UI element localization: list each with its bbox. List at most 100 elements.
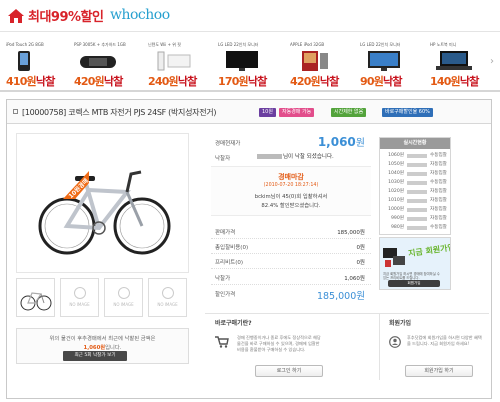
note-price-line: 1,060원입니다. [83, 345, 122, 351]
chevron-right-icon[interactable]: › [490, 56, 494, 67]
cart-icon [215, 336, 229, 348]
divider [211, 268, 371, 269]
note-text: 위의 물건이 후추경매에서 최근에 낙찰된 금액은 [49, 336, 156, 342]
signup-icon [389, 336, 401, 348]
info-row-label: 프리비트(0) [215, 260, 244, 266]
ipod-image [18, 51, 30, 71]
strip-price: 410원낙찰 [6, 75, 55, 88]
ipod-image [302, 51, 328, 71]
direct-buy-text: 경매 진행중이거나 종료 후에도 정상적으로 해당 물건을 바로 구매하실 수 … [237, 335, 321, 352]
divider [211, 238, 371, 239]
no-image-icon [161, 287, 174, 299]
signup-text: 후추닷컴에 회원가입을 하시면 다양한 혜택을 드립니다. 지금 회원가입 하세… [407, 335, 482, 346]
strip-item[interactable]: LG LED 22인치 모니터 170원낙찰 [218, 34, 276, 90]
product-title: [10000758] 코렉스 MTB 자전거 PJS 24SF (박지성자전거) [22, 108, 217, 117]
strip-item-name: 닌텐도 Wii + 위 핏 [148, 42, 181, 47]
strip-item[interactable]: 닌텐도 Wii + 위 핏 240원낙찰 [148, 34, 206, 90]
info-row-label: 낙찰가 [215, 276, 231, 282]
section-divider [379, 314, 380, 380]
svg-text:10원경매: 10원경매 [67, 176, 91, 200]
ribbon-badge: 10원경매 [63, 171, 91, 200]
laptop-image [436, 51, 472, 70]
site-logo[interactable]: whochoo [110, 7, 170, 23]
no-image-thumbnail: NO IMAGE [104, 278, 143, 317]
strip-price: 420원낙찰 [74, 75, 123, 88]
wii-image [157, 51, 191, 71]
no-image-icon [117, 287, 130, 299]
no-image-label: NO IMAGE [113, 302, 134, 307]
strip-item[interactable]: iPod Touch 2G 8GB 410원낙찰 [6, 34, 64, 90]
no-image-thumbnail: NO IMAGE [148, 278, 187, 317]
strip-item[interactable]: APPLE iPod 32GB 420원낙찰 [290, 34, 348, 90]
realtime-status: 실시간현황 1060원 수동입찰 1050원 자동입찰 1040원 자동입찰 1030… [379, 137, 451, 235]
strip-item-name: PSP 3005K + 추가하드 1GB [74, 42, 126, 47]
signup-title: 회원가입 [389, 320, 412, 327]
badge-auto-bid: 자동경매 가능 [279, 108, 315, 117]
psp-image [80, 56, 116, 68]
realtime-status-title: 실시간현황 [380, 138, 450, 149]
info-row-value: 0원 [356, 260, 365, 266]
no-image-icon [73, 287, 86, 299]
badge-no-time-limit: 시간제한 없음 [331, 108, 367, 117]
strip-price: 420원낙찰 [290, 75, 339, 88]
strip-item[interactable]: HP 노트북 미니 140원낙찰 [430, 34, 488, 90]
strip-item-name: LG LED 22인치 모니터 [218, 42, 259, 47]
current-price-label: 경매현재가 [215, 141, 241, 147]
product-thumbnail[interactable] [16, 278, 55, 317]
monitor-image [368, 51, 400, 71]
winner-text: 님이 낙찰 되셨습니다. [257, 152, 334, 160]
strip-item-name: APPLE iPod 32GB [290, 42, 325, 47]
divider [211, 284, 371, 285]
signup-ad-banner[interactable]: 지금 회원가입하면 지금 회원가입 하시면 경매에 참여하실 수 있는 프리비트… [379, 237, 451, 290]
info-row-value: 1,060원 [344, 276, 365, 282]
no-image-thumbnail: NO IMAGE [60, 278, 99, 317]
winning-bid-strip: iPod Touch 2G 8GB 410원낙찰 PSP 3005K + 추가하… [0, 34, 500, 92]
no-image-label: NO IMAGE [157, 302, 178, 307]
strip-item[interactable]: PSP 3005K + 추가하드 1GB 420원낙찰 [74, 34, 132, 90]
badge-10won: 10원 [259, 108, 276, 117]
auction-end-user: bckim님이 45(0)회 입찰하셔서 [254, 194, 328, 200]
no-image-label: NO IMAGE [69, 302, 90, 307]
masked-username [257, 154, 282, 159]
site-header: 최대99%할인 whochoo [0, 0, 500, 32]
recent-prices-button[interactable]: 최근 5회 낙찰가 보기 [63, 351, 127, 361]
realtime-row: 1060원 수동입찰 [388, 153, 447, 158]
discount-price: 185,000원 [316, 291, 365, 302]
info-row-value: 0원 [356, 245, 365, 251]
strip-price: 240원낙찰 [148, 75, 197, 88]
divider [211, 253, 371, 254]
strip-price: 170원낙찰 [218, 75, 267, 88]
strip-item-name: LG LED 22인치 모니터 [360, 42, 401, 47]
info-row-label: 총입찰비용(0) [215, 245, 249, 251]
direct-buy-title: 바로구매기란? [215, 320, 252, 327]
bullet-icon [13, 109, 18, 114]
ad-signup-button[interactable]: 회원가입 [388, 280, 440, 287]
section-divider [205, 313, 489, 314]
info-row-value: 185,000원 [337, 230, 365, 236]
product-title-bar: [10000758] 코렉스 MTB 자전거 PJS 24SF (박지성자전거)… [7, 100, 491, 124]
badge-discount-rate: 바로구매할인율 60% [382, 108, 433, 117]
gadgets-image [383, 248, 405, 267]
info-row-label: 할인가격 [215, 292, 236, 298]
realtime-row: 1000원 자동입찰 [388, 207, 447, 212]
strip-item[interactable]: LG LED 22인치 모니터 90원낙찰 [360, 34, 418, 90]
realtime-row: 1030원 수동입찰 [388, 180, 447, 185]
login-button[interactable]: 로그인 하기 [255, 365, 323, 377]
home-icon[interactable] [7, 8, 25, 24]
winner-label: 낙찰자 [215, 156, 231, 162]
bicycle-thumb-image [20, 292, 52, 311]
strip-price: 140원낙찰 [430, 75, 479, 88]
auction-detail-panel: [10000758] 코렉스 MTB 자전거 PJS 24SF (박지성자전거)… [6, 99, 492, 399]
realtime-row: 980원 수동입찰 [391, 225, 447, 230]
strip-price: 90원낙찰 [360, 75, 402, 88]
signup-button[interactable]: 회원가입 하기 [405, 365, 473, 377]
strip-item-name: iPod Touch 2G 8GB [6, 42, 44, 47]
realtime-row: 1020원 자동입찰 [388, 189, 447, 194]
ad-caption: 지금 회원가입 하시면 경매에 참여하실 수 있는 프리비트를 드립니다. [383, 272, 440, 280]
auction-end-title: 경매마감 [278, 173, 304, 181]
ad-headline: 지금 회원가입하면 [407, 240, 451, 259]
promo-banner[interactable]: 최대99%할인 [28, 6, 104, 25]
realtime-row: 1010원 자동입찰 [388, 198, 447, 203]
auction-end-box: 경매마감 (2010-07-20 18:27:14) bckim님이 45(0)… [211, 166, 371, 216]
product-image[interactable]: 10원경매 [16, 133, 189, 273]
